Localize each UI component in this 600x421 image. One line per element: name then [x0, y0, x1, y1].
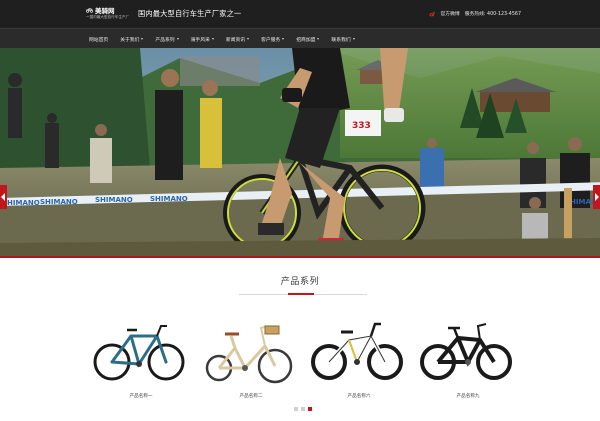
main-nav: 网站首页 关于我们 产品系列 骑手风采 新闻资讯 客户服务 招商加盟 联系我们 — [0, 28, 600, 48]
chevron-down-icon — [176, 38, 179, 40]
chevron-down-icon — [352, 38, 355, 40]
nav-item-label: 招商加盟 — [296, 37, 316, 43]
hero-next-arrow[interactable] — [593, 185, 600, 209]
chevron-down-icon — [247, 38, 250, 40]
nav-item-label: 客户服务 — [261, 37, 281, 43]
nav-item-label: 网站首页 — [89, 37, 109, 43]
product-card[interactable]: 产品名称六 — [309, 316, 409, 406]
pager-dot[interactable] — [294, 407, 298, 411]
nav-item[interactable]: 骑手风采 — [185, 29, 220, 49]
weibo-icon[interactable] — [429, 11, 436, 17]
race-number: 333 — [352, 121, 371, 131]
nav-item[interactable]: 关于我们 — [114, 29, 149, 49]
page: 美骑网 一国内最大型自行车生产厂 国内最大型自行车生产厂家之一 官方微博 服务热… — [0, 0, 600, 421]
product-name[interactable]: 产品名称一 — [91, 393, 191, 399]
banner-shimano-3: SHIMANO — [95, 196, 133, 204]
nav-item-label: 骑手风采 — [190, 37, 210, 43]
site-logo[interactable]: 美骑网 一国内最大型自行车生产厂 — [86, 5, 130, 23]
weibo-link[interactable]: 官方微博 — [440, 10, 459, 17]
brand-subtitle: 一国内最大型自行车生产厂 — [86, 15, 130, 19]
product-name[interactable]: 产品名称九 — [418, 393, 518, 399]
products-section-title: 产品系列 — [280, 277, 320, 287]
nav-item[interactable]: 客户服务 — [255, 29, 290, 49]
nav-item-label: 关于我们 — [120, 37, 140, 43]
bike-icon — [93, 325, 185, 381]
hero-prev-arrow[interactable] — [0, 185, 7, 209]
bike-icon — [420, 323, 512, 380]
pager-dot[interactable] — [301, 407, 305, 411]
service-hotline: 服务热线: 400-123-4567 — [464, 12, 521, 17]
title-divider-accent — [288, 293, 314, 295]
nav-item[interactable]: 联系我们 — [325, 29, 360, 49]
site-header: 美骑网 一国内最大型自行车生产厂 国内最大型自行车生产厂家之一 官方微博 服务热… — [0, 0, 600, 28]
product-card[interactable]: 产品名称一 — [91, 316, 191, 406]
nav-item[interactable]: 产品系列 — [149, 29, 184, 49]
banner-shimano-1: SHIMANO — [2, 199, 40, 207]
hero-banner[interactable]: SHIMANO SHIMANO SHIMANO SHIMANO SHIMANO — [0, 48, 600, 258]
product-name[interactable]: 产品名称二 — [201, 393, 301, 399]
nav-item-label: 联系我们 — [331, 37, 351, 43]
product-card[interactable]: 产品名称二 — [201, 316, 301, 406]
chevron-right-icon — [595, 193, 599, 201]
bike-icon — [205, 325, 293, 384]
brand-name: 美骑网 — [95, 7, 115, 15]
nav-item[interactable]: 新闻资讯 — [220, 29, 255, 49]
site-slogan: 国内最大型自行车生产厂家之一 — [138, 9, 242, 18]
header-contact: 官方微博 服务热线: 400-123-4567 — [429, 10, 521, 17]
product-name[interactable]: 产品名称六 — [309, 393, 409, 399]
nav-item[interactable]: 网站首页 — [83, 29, 114, 49]
product-card[interactable]: 产品名称九 — [418, 316, 518, 406]
banner-shimano-4: SHIMANO — [150, 195, 188, 203]
nav-item[interactable]: 招商加盟 — [290, 29, 325, 49]
hero-bottom-accent — [0, 256, 600, 258]
chevron-left-icon — [1, 193, 5, 201]
chevron-down-icon — [211, 38, 214, 40]
pager-dot[interactable] — [308, 407, 312, 411]
chevron-down-icon — [282, 38, 285, 40]
nav-item-label: 新闻资讯 — [225, 37, 246, 43]
carousel-pager — [294, 407, 312, 411]
chevron-down-icon — [317, 38, 320, 40]
nav-item-label: 产品系列 — [155, 37, 175, 43]
hero-image: SHIMANO SHIMANO SHIMANO SHIMANO SHIMANO — [0, 48, 600, 258]
bike-icon — [311, 322, 403, 380]
bike-logo-icon — [86, 8, 93, 13]
nav-list: 网站首页 关于我们 产品系列 骑手风采 新闻资讯 客户服务 招商加盟 联系我们 — [83, 29, 361, 49]
banner-shimano-2: SHIMANO — [40, 198, 78, 206]
chevron-down-icon — [141, 38, 144, 40]
